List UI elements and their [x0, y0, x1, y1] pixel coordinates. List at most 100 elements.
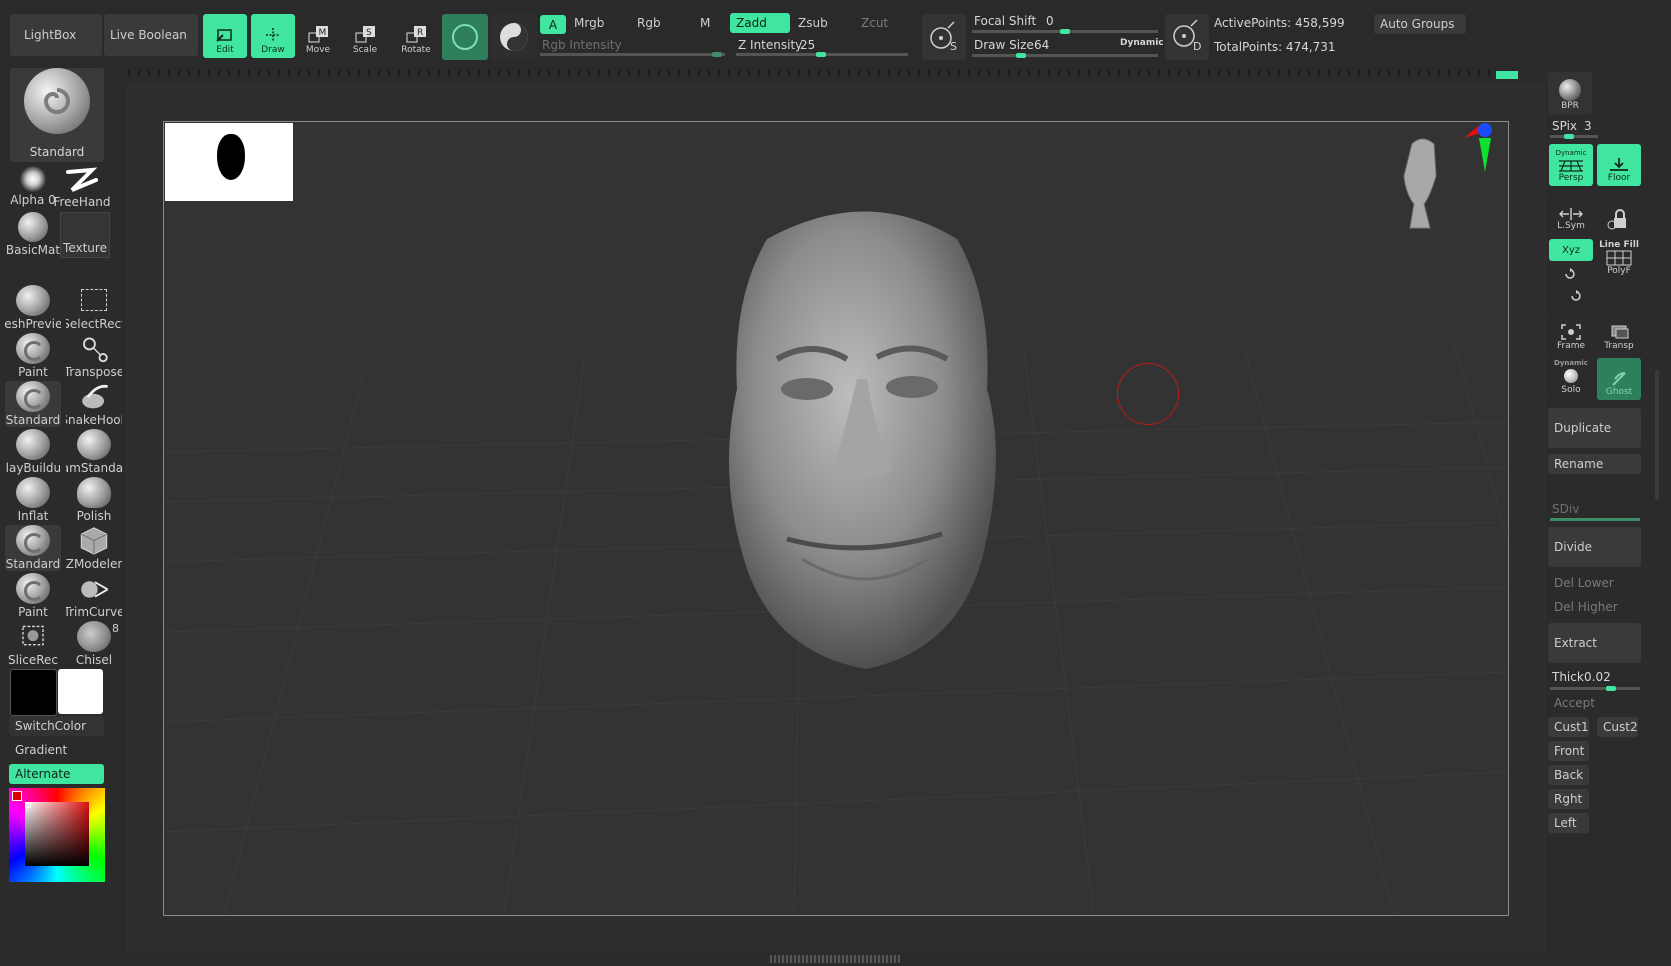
- spix-slider[interactable]: SPix 3: [1550, 118, 1600, 139]
- gradient-button[interactable]: Gradient: [9, 740, 104, 760]
- brush-label: Paint: [18, 365, 48, 379]
- left-view-button[interactable]: Left: [1548, 813, 1589, 833]
- lsym-button[interactable]: L.Sym: [1549, 192, 1593, 234]
- rename-button[interactable]: Rename: [1548, 454, 1641, 474]
- divide-button[interactable]: Divide: [1548, 527, 1641, 567]
- switch-color-button[interactable]: SwitchColor: [9, 716, 104, 736]
- sdiv-slider[interactable]: SDiv: [1550, 501, 1642, 521]
- lightbox-button[interactable]: LightBox: [10, 14, 102, 56]
- rotate-button[interactable]: R Rotate: [394, 14, 438, 58]
- right-view-button[interactable]: Rght: [1548, 789, 1589, 809]
- brush-selectrect[interactable]: SelectRect: [66, 285, 122, 331]
- frame-button[interactable]: Frame: [1549, 312, 1593, 354]
- bottom-drawer-handle[interactable]: [770, 955, 900, 963]
- transparency-icon: [1611, 325, 1629, 339]
- frame-icon: [1561, 324, 1581, 340]
- floor-button[interactable]: Floor: [1597, 144, 1641, 186]
- thick-knob[interactable]: [1606, 686, 1616, 691]
- a-toggle[interactable]: A: [540, 15, 566, 34]
- dynamic-toggle[interactable]: Dynamic: [1120, 38, 1164, 48]
- right-scrollbar[interactable]: [1655, 370, 1659, 500]
- brush-standard-2[interactable]: Standard: [5, 525, 61, 571]
- del-lower-button[interactable]: Del Lower: [1548, 573, 1641, 593]
- persp-button[interactable]: Dynamic Persp: [1549, 144, 1593, 186]
- current-brush-thumb[interactable]: Standard: [10, 68, 104, 162]
- scale-button[interactable]: S Scale: [343, 14, 387, 58]
- front-view-button[interactable]: Front: [1548, 741, 1589, 761]
- material-thumb[interactable]: BasicMat: [5, 212, 61, 258]
- zadd-button[interactable]: Zadd: [730, 13, 790, 33]
- focal-shift-slider[interactable]: Focal Shift 0: [972, 12, 1160, 34]
- brush-zmodeler[interactable]: ZModeler: [66, 525, 122, 571]
- current-brush-label: Standard: [29, 145, 85, 159]
- extract-button[interactable]: Extract: [1548, 623, 1641, 663]
- brush-claybuildup[interactable]: ClayBuildup: [5, 429, 61, 475]
- spix-knob[interactable]: [1564, 134, 1574, 139]
- color-picker[interactable]: [9, 788, 105, 882]
- brush-transpose[interactable]: Transpose: [66, 333, 122, 379]
- brush-inflat[interactable]: Inflat: [5, 477, 61, 523]
- ghost-button[interactable]: Ghost: [1597, 358, 1641, 400]
- edit-icon: [216, 29, 232, 42]
- draw-size-slider[interactable]: Draw Size 64 Dynamic: [972, 36, 1164, 58]
- bpr-label: BPR: [1561, 101, 1579, 111]
- sphere-brush-button[interactable]: [442, 14, 488, 60]
- texture-thumb[interactable]: Texture: [60, 212, 110, 258]
- local-lock-button[interactable]: [1597, 192, 1641, 234]
- brush-polish[interactable]: Polish: [66, 477, 122, 523]
- navigation-head-gizmo[interactable]: [1382, 121, 1502, 246]
- brush-paint[interactable]: Paint: [5, 333, 61, 379]
- secondary-color-swatch[interactable]: [58, 669, 103, 714]
- del-higher-button[interactable]: Del Higher: [1548, 597, 1641, 617]
- thick-slider[interactable]: Thick 0.02: [1550, 669, 1642, 691]
- bpr-button[interactable]: BPR: [1548, 72, 1592, 114]
- xyz-button[interactable]: Xyz: [1549, 239, 1593, 261]
- cust1-button[interactable]: Cust1: [1548, 717, 1589, 737]
- draw-button[interactable]: Draw: [251, 14, 295, 58]
- spotlight-d-button[interactable]: D: [1165, 14, 1209, 60]
- rgb-intensity-slider[interactable]: Rgb Intensity: [540, 36, 727, 57]
- alternate-button[interactable]: Alternate: [9, 764, 104, 784]
- viewport-canvas[interactable]: [163, 121, 1509, 916]
- solo-button[interactable]: Dynamic Solo: [1549, 356, 1593, 398]
- rotate-z-icon[interactable]: [1568, 288, 1584, 304]
- brush-damstandard[interactable]: DamStandard: [66, 429, 122, 475]
- accept-button[interactable]: Accept: [1548, 693, 1641, 713]
- move-button[interactable]: M Move: [296, 14, 340, 58]
- brush-paint-2[interactable]: Paint: [5, 573, 61, 619]
- symmetry-icon: [1559, 208, 1583, 220]
- zcut-button[interactable]: Zcut: [855, 12, 915, 34]
- duplicate-button[interactable]: Duplicate: [1548, 408, 1641, 448]
- z-intensity-slider[interactable]: Z Intensity 25: [736, 36, 912, 57]
- polyf-button[interactable]: Line Fill PolyF: [1597, 239, 1641, 279]
- z-intensity-knob[interactable]: [816, 52, 826, 57]
- m-button[interactable]: M: [694, 12, 720, 34]
- material-toggle-button[interactable]: [491, 14, 537, 60]
- rgb-intensity-knob[interactable]: [712, 52, 722, 57]
- edit-button[interactable]: Edit: [203, 14, 247, 58]
- cust2-button[interactable]: Cust2: [1597, 717, 1638, 737]
- draw-size-knob[interactable]: [1016, 53, 1026, 58]
- brush-standard[interactable]: Standard: [5, 381, 61, 427]
- stroke-thumb[interactable]: FreeHand: [54, 166, 110, 212]
- auto-groups-button[interactable]: Auto Groups: [1374, 14, 1466, 34]
- brush-slicerec[interactable]: SliceRec: [5, 621, 61, 667]
- alpha-thumb[interactable]: Alpha 0: [5, 166, 61, 212]
- main-color-swatch[interactable]: [10, 669, 57, 716]
- rotate-y-icon[interactable]: [1562, 266, 1578, 282]
- chisel-icon: [77, 621, 111, 652]
- brush-trimcurve[interactable]: TrimCurve: [66, 573, 122, 619]
- line-fill-label: Line Fill: [1599, 240, 1639, 250]
- live-boolean-button[interactable]: Live Boolean: [104, 14, 198, 56]
- focal-shift-knob[interactable]: [1060, 29, 1070, 34]
- back-view-button[interactable]: Back: [1548, 765, 1589, 785]
- color-picker-square[interactable]: [25, 802, 89, 866]
- brush-meshpreview[interactable]: MeshPreview: [5, 285, 61, 331]
- spotlight-s-button[interactable]: S: [922, 14, 966, 60]
- zsub-button[interactable]: Zsub: [792, 12, 852, 34]
- brush-snakehook[interactable]: SnakeHook: [66, 381, 122, 427]
- transp-button[interactable]: Transp: [1597, 312, 1641, 354]
- mrgb-button[interactable]: Mrgb: [568, 12, 628, 34]
- rgb-button[interactable]: Rgb: [631, 12, 691, 34]
- alpha-preview-shape: [217, 134, 245, 180]
